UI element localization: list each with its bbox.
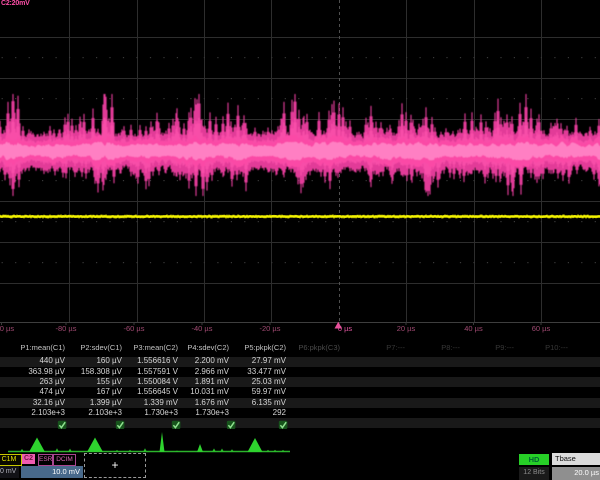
svg-text:40 µs: 40 µs [464,324,483,333]
svg-text:60 µs: 60 µs [532,324,551,333]
svg-text:-80 µs: -80 µs [56,324,77,333]
svg-text:0 µs: 0 µs [338,324,353,333]
svg-text:-100 µs: -100 µs [0,324,14,333]
svg-text:-60 µs: -60 µs [124,324,145,333]
svg-text:-20 µs: -20 µs [260,324,281,333]
svg-text:-40 µs: -40 µs [192,324,213,333]
svg-text:20 µs: 20 µs [397,324,416,333]
